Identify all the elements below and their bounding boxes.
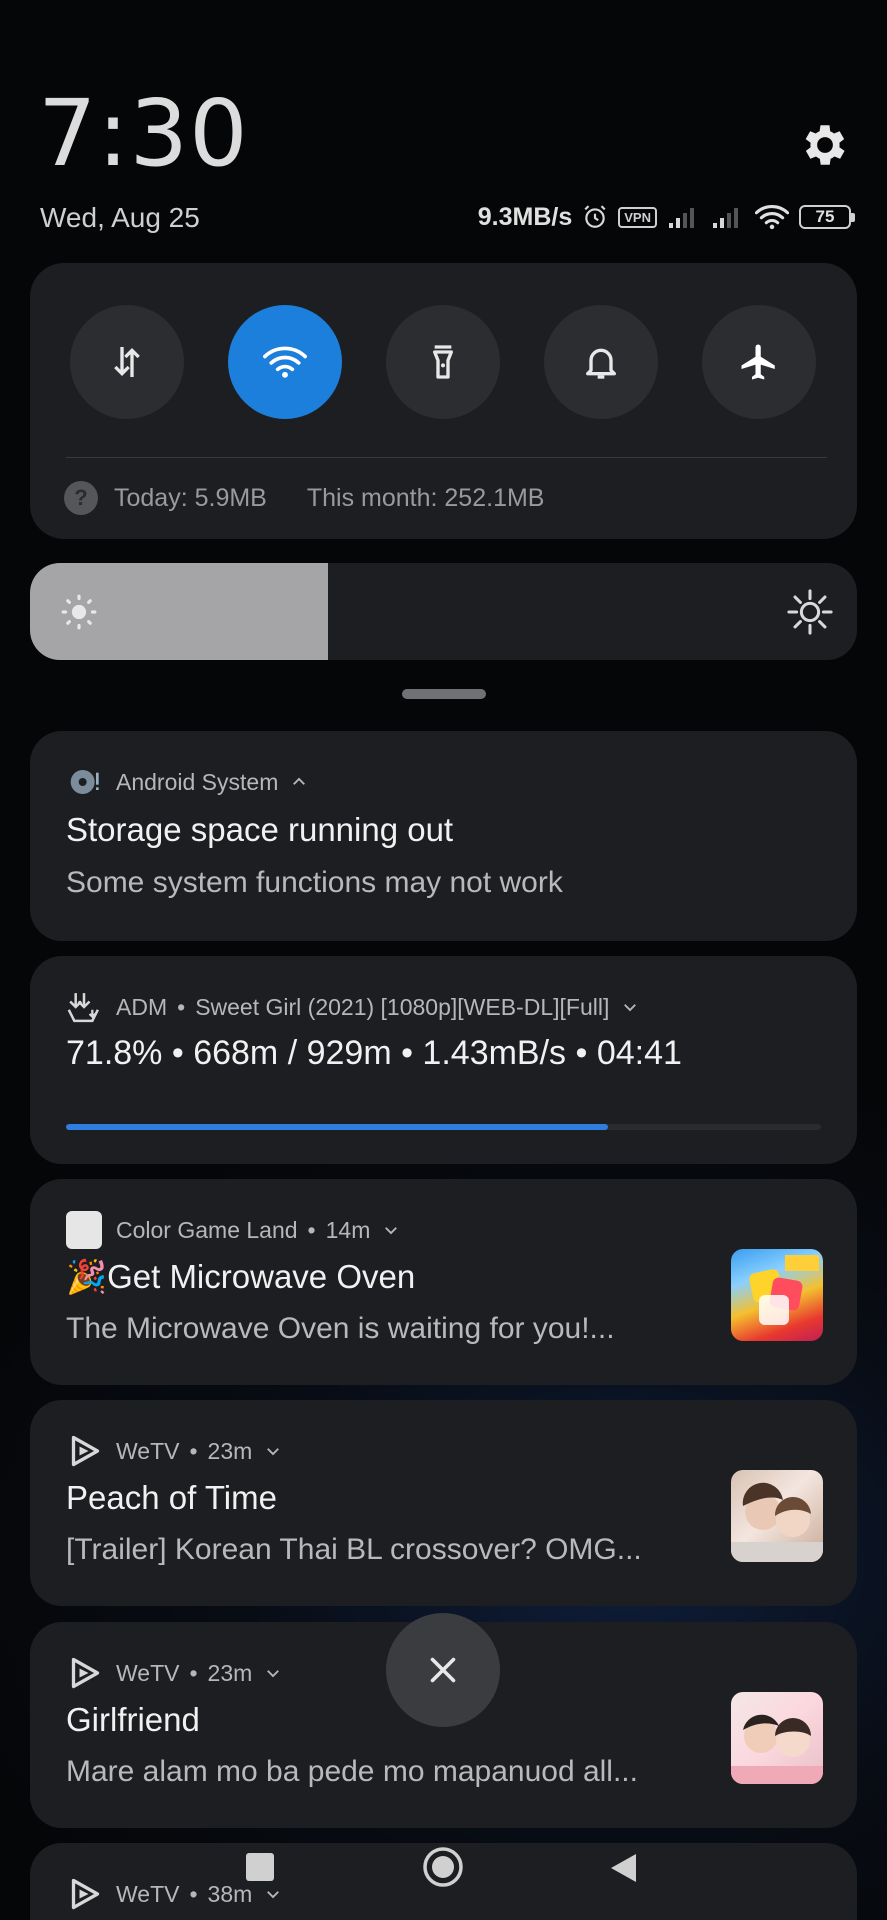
android-system-icon: [66, 764, 102, 800]
notification-header: Android System: [66, 764, 308, 800]
notification-header: WeTV • 23m: [66, 1433, 282, 1469]
app-name: ADM: [116, 993, 168, 1020]
signal-icon-1: [667, 205, 701, 229]
notification-header: Color Game Land • 14m: [66, 1211, 400, 1249]
usage-month: This month: 252.1MB: [306, 483, 545, 512]
airplane-icon: [741, 344, 775, 380]
help-icon: ?: [64, 481, 98, 515]
app-name: Color Game Land: [116, 1216, 298, 1243]
separator-dot: •: [189, 1659, 198, 1686]
mobile-data-toggle[interactable]: [70, 305, 184, 419]
notification-header: WeTV • 23m: [66, 1655, 282, 1691]
data-arrows-icon: [114, 347, 140, 377]
home-circle-icon: [423, 1847, 463, 1887]
drag-handle[interactable]: [402, 689, 486, 699]
separator-dot: •: [189, 1880, 198, 1907]
notification-time: 38m: [207, 1880, 253, 1907]
flashlight-icon: [433, 345, 453, 379]
bell-icon: [586, 348, 616, 379]
chevron-down-icon: [267, 1670, 280, 1678]
download-progress-text: 71.8% • 668m / 929m • 1.43mB/s • 04:41: [66, 1034, 682, 1072]
brightness-high-icon: [787, 589, 833, 635]
chevron-up-icon: [293, 777, 306, 785]
separator-dot: •: [177, 993, 186, 1020]
video-thumbnail: [731, 1470, 823, 1562]
wifi-status-icon: [755, 204, 789, 230]
date[interactable]: Wed, Aug 25: [40, 202, 200, 234]
notification-title: Girlfriend: [66, 1701, 200, 1738]
notification-text: Mare alam mo ba pede mo mapanuod all...: [66, 1755, 638, 1788]
back-button[interactable]: [608, 1852, 638, 1884]
notification-wetv-peach-of-time[interactable]: WeTV • 23m Peach of Time [Trailer] Korea…: [30, 1400, 857, 1606]
notification-text: [Trailer] Korean Thai BL crossover? OMG.…: [66, 1533, 642, 1566]
settings-gear-icon[interactable]: [798, 118, 852, 172]
notification-time: 23m: [207, 1659, 253, 1686]
usage-today: Today: 5.9MB: [114, 483, 267, 512]
notification-android-system[interactable]: Android System Storage space running out…: [30, 731, 857, 941]
clear-all-button[interactable]: [386, 1613, 500, 1727]
notification-time: 23m: [207, 1437, 253, 1464]
ringer-toggle[interactable]: [544, 305, 658, 419]
recents-button[interactable]: [246, 1853, 274, 1881]
wetv-icon: [66, 1876, 102, 1912]
quick-settings-panel: ? Today: 5.9MB This month: 252.1MB: [30, 263, 857, 539]
divider: [66, 457, 827, 458]
status-bar: 9.3MB/s VPN 75: [477, 200, 855, 234]
network-speed: 9.3MB/s: [477, 202, 573, 231]
download-icon: [66, 989, 102, 1025]
airplane-toggle[interactable]: [702, 305, 816, 419]
video-thumbnail: [731, 1692, 823, 1784]
app-name: WeTV: [116, 1437, 180, 1464]
chevron-down-icon: [624, 1004, 637, 1012]
brightness-low-icon: [61, 594, 97, 630]
download-file-name: Sweet Girl (2021) [1080p][WEB-DL][Full]: [195, 993, 610, 1020]
notification-title: Peach of Time: [66, 1479, 277, 1516]
back-triangle-icon: [611, 1854, 636, 1882]
separator-dot: •: [307, 1216, 316, 1243]
notification-adm-download[interactable]: ADM • Sweet Girl (2021) [1080p][WEB-DL][…: [30, 956, 857, 1164]
chevron-down-icon: [385, 1227, 398, 1235]
app-name: Android System: [116, 768, 279, 795]
wifi-toggle[interactable]: [228, 305, 342, 419]
app-name: WeTV: [116, 1659, 180, 1686]
notification-title: 🎉Get Microwave Oven: [66, 1258, 416, 1295]
game-thumbnail: [731, 1249, 823, 1341]
separator-dot: •: [189, 1437, 198, 1464]
notification-text: The Microwave Oven is waiting for you!..…: [66, 1312, 615, 1345]
download-progress-fill: [66, 1124, 609, 1130]
flashlight-toggle[interactable]: [386, 305, 500, 419]
vpn-icon: VPN: [618, 206, 657, 228]
wetv-icon: [66, 1655, 102, 1691]
brightness-slider[interactable]: [30, 563, 857, 660]
data-usage[interactable]: ? Today: 5.9MB This month: 252.1MB: [64, 481, 544, 515]
chevron-down-icon: [267, 1448, 280, 1456]
clock[interactable]: 7:30: [38, 88, 249, 180]
battery-icon: 75: [799, 205, 855, 229]
download-progress-bar: [66, 1124, 821, 1130]
notification-header: ADM • Sweet Girl (2021) [1080p][WEB-DL][…: [66, 989, 639, 1025]
color-game-land-icon: [66, 1211, 102, 1249]
home-button[interactable]: [422, 1846, 464, 1888]
app-name: WeTV: [116, 1880, 180, 1907]
notification-time: 14m: [325, 1216, 371, 1243]
wifi-icon: [263, 346, 307, 378]
notification-title: Storage space running out: [66, 811, 454, 848]
notification-header: WeTV • 38m: [66, 1876, 282, 1912]
alarm-icon: [582, 204, 608, 230]
chevron-down-icon: [267, 1891, 280, 1899]
notification-color-game-land[interactable]: Color Game Land • 14m 🎉Get Microwave Ove…: [30, 1179, 857, 1385]
notification-text: Some system functions may not work: [66, 866, 563, 899]
wetv-icon: [66, 1433, 102, 1469]
close-icon: [430, 1657, 456, 1683]
signal-icon-2: [711, 205, 745, 229]
